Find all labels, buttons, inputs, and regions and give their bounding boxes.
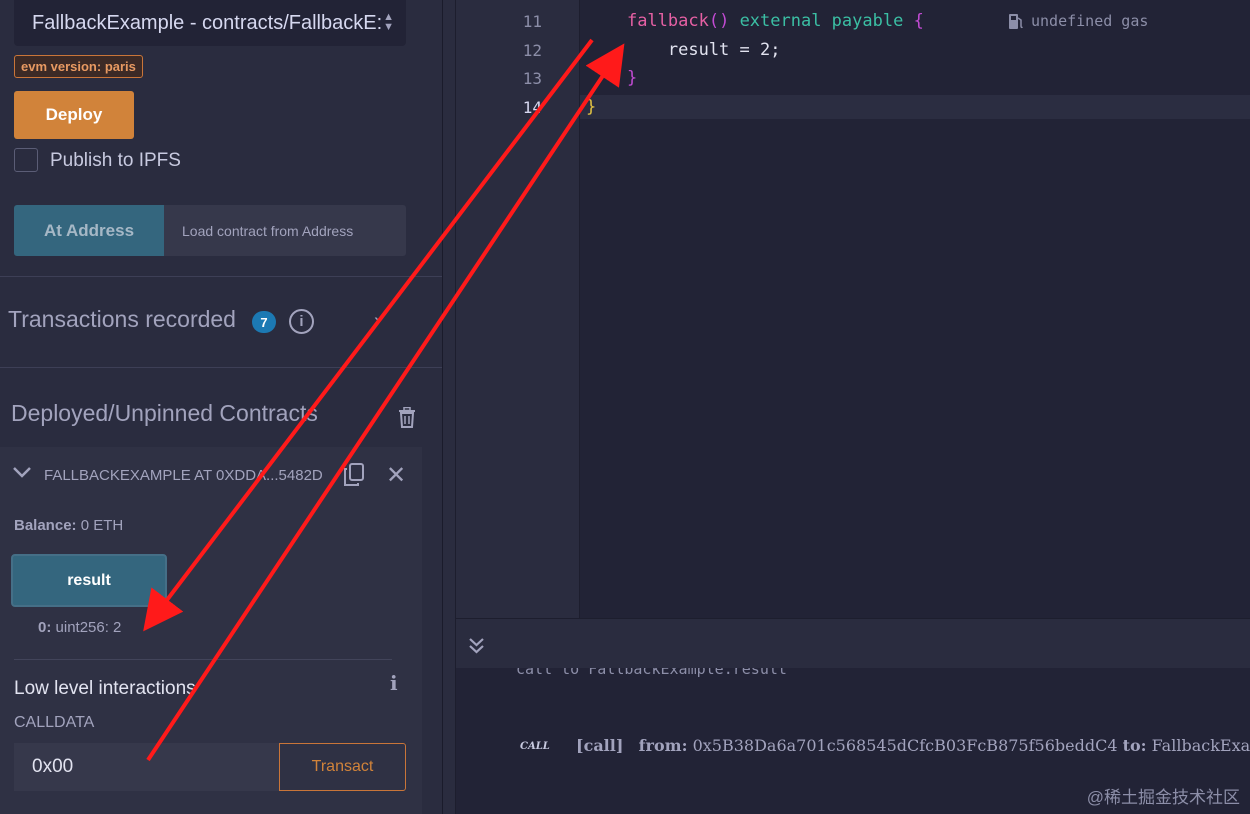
- low-level-title: Low level interactions: [14, 678, 196, 699]
- low-level-info-icon[interactable]: i: [390, 671, 398, 695]
- select-arrows-icon: ▲ ▼: [383, 11, 394, 33]
- code-line: }: [586, 68, 637, 88]
- contract-select[interactable]: FallbackExample - contracts/FallbackE: ▲…: [14, 0, 406, 46]
- gas-estimate-text: undefined gas: [1031, 12, 1149, 30]
- line-number: 12: [522, 41, 542, 60]
- code-line: }: [586, 97, 596, 117]
- transact-button[interactable]: Transact: [279, 743, 406, 791]
- terminal-output[interactable]: call to FallbackExample.result CALL [cal…: [456, 668, 1250, 814]
- contract-select-value: FallbackExample - contracts/FallbackE:: [32, 11, 383, 34]
- balance-label: Balance:: [14, 517, 77, 534]
- from-label: from:: [638, 736, 688, 755]
- to-address: FallbackExampl: [1151, 736, 1250, 755]
- publish-ipfs-label: Publish to IPFS: [50, 150, 181, 171]
- terminal-log-line: call to FallbackExample.result: [516, 668, 787, 678]
- trash-icon[interactable]: [398, 407, 416, 428]
- code-token: (): [708, 11, 730, 31]
- collapse-terminal-icon[interactable]: [468, 637, 485, 655]
- gas-pump-icon: [1009, 13, 1023, 29]
- from-address: 0x5B38Da6a701c568545dCfcB03FcB875f56bedd…: [692, 736, 1118, 755]
- code-token: external payable: [729, 11, 914, 31]
- code-line: result = 2;: [586, 40, 781, 60]
- publish-ipfs-checkbox[interactable]: [14, 148, 38, 172]
- terminal-toolbar: [456, 618, 1250, 668]
- at-address-button[interactable]: At Address: [14, 205, 164, 256]
- calldata-input[interactable]: 0x00: [14, 743, 279, 791]
- at-address-input[interactable]: Load contract from Address: [164, 205, 406, 256]
- chevron-down-icon[interactable]: [12, 465, 32, 479]
- gas-estimate: undefined gas: [1008, 12, 1148, 30]
- balance-line: Balance: 0 ETH: [14, 517, 123, 534]
- call-tag: [call]: [576, 736, 624, 755]
- panel-splitter[interactable]: [443, 0, 456, 814]
- calldata-label: CALLDATA: [14, 714, 95, 731]
- code-line: fallback() external payable {: [586, 11, 924, 31]
- balance-value: 0 ETH: [80, 517, 124, 534]
- deployed-contract-instance: FALLBACKEXAMPLE AT 0XDDA...5482D ✕ Balan…: [0, 447, 422, 814]
- call-type-icon: CALL: [520, 741, 550, 752]
- deploy-button[interactable]: Deploy: [14, 91, 134, 139]
- deploy-run-panel: FallbackExample - contracts/FallbackE: ▲…: [0, 0, 443, 814]
- info-icon[interactable]: i: [289, 309, 314, 334]
- divider: [14, 659, 392, 660]
- contract-instance-name[interactable]: FALLBACKEXAMPLE AT 0XDDA...5482D: [44, 467, 323, 484]
- line-number: 13: [522, 69, 542, 88]
- result-output: 0: uint256: 2: [38, 619, 121, 636]
- copy-icon[interactable]: [343, 463, 365, 487]
- code-token: fallback: [626, 11, 709, 31]
- output-value: uint256: 2: [55, 619, 122, 636]
- code-token: }: [626, 68, 638, 88]
- line-number: 14: [522, 98, 542, 117]
- active-line-highlight: [580, 95, 1250, 119]
- transactions-count-badge: 7: [252, 311, 276, 333]
- code-token: result = 2;: [586, 40, 781, 60]
- evm-version-badge: evm version: paris: [14, 55, 143, 78]
- to-label: to:: [1122, 736, 1147, 755]
- panel-scrollbar[interactable]: [422, 447, 442, 814]
- code-token: }: [586, 97, 597, 117]
- transactions-recorded-title[interactable]: Transactions recorded: [8, 306, 236, 333]
- output-index: 0:: [38, 619, 52, 636]
- deployed-contracts-title: Deployed/Unpinned Contracts: [11, 400, 318, 426]
- code-token: {: [913, 11, 924, 31]
- line-number: 11: [522, 12, 542, 31]
- code-editor[interactable]: 11 12 13 14 fallback() external payable …: [456, 0, 1250, 618]
- terminal-call-entry[interactable]: [call] from: 0x5B38Da6a701c568545dCfcB03…: [576, 736, 1250, 755]
- result-button[interactable]: result: [11, 554, 167, 607]
- watermark: @稀土掘金技术社区: [1086, 788, 1240, 807]
- section-divider: [0, 367, 442, 368]
- section-divider: [0, 276, 442, 277]
- chevron-right-icon[interactable]: ›: [374, 310, 381, 333]
- line-number-gutter: 11 12 13 14: [456, 0, 580, 618]
- close-icon[interactable]: ✕: [386, 461, 406, 490]
